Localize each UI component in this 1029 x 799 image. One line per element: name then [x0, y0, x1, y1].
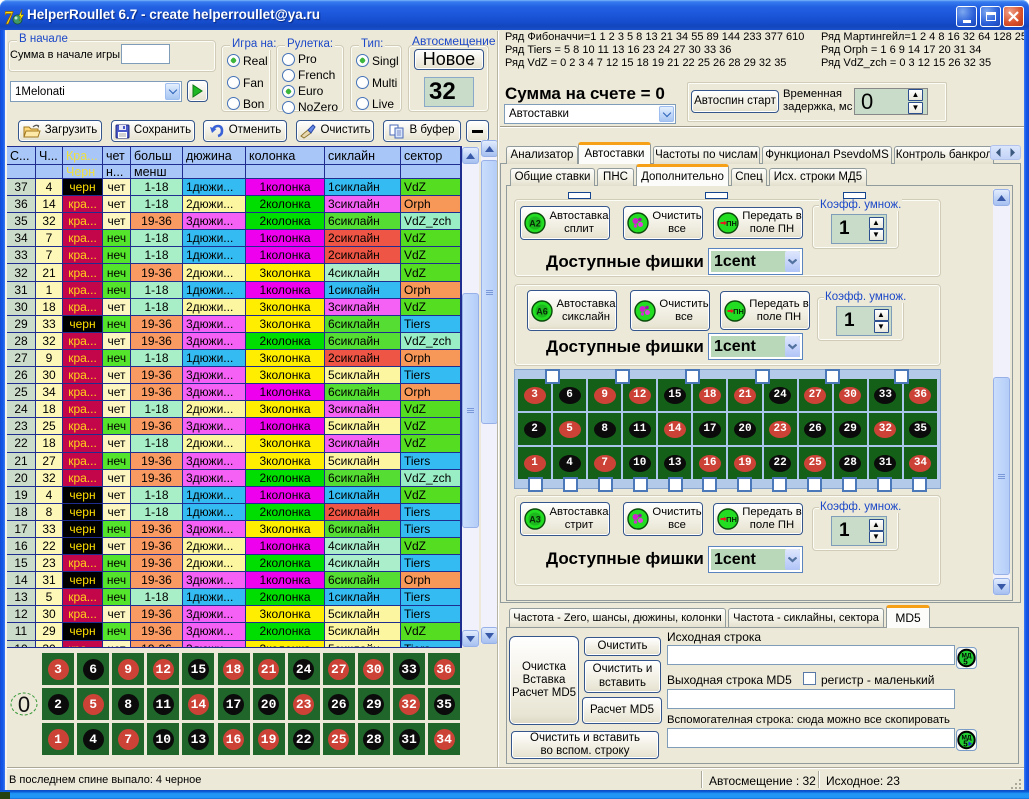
svg-text:0: 0 — [17, 692, 29, 717]
svg-text:А3: А3 — [530, 515, 542, 525]
svg-text:ПН: ПН — [726, 515, 737, 524]
svg-text:5: 5 — [963, 658, 968, 667]
svg-text:А2: А2 — [530, 219, 542, 229]
svg-text:7: 7 — [5, 8, 14, 26]
svg-text:ПН: ПН — [733, 307, 744, 316]
svg-text:5: 5 — [963, 740, 968, 749]
svg-text:А6: А6 — [537, 306, 549, 316]
svg-text:ПН: ПН — [726, 219, 737, 228]
